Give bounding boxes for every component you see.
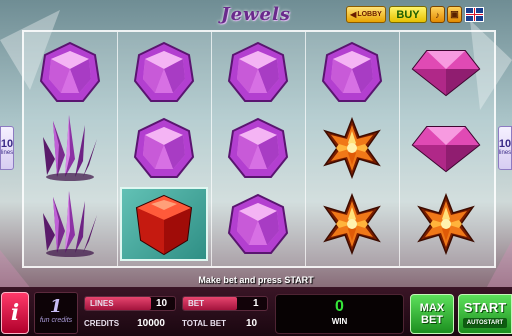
autostart-button[interactable]: AUTOSTART bbox=[463, 318, 507, 328]
reel-separator bbox=[399, 32, 400, 266]
magenta-cut-gem-icon bbox=[411, 126, 481, 173]
bet-label: BET bbox=[183, 297, 237, 310]
purple-crystal-cluster-symbol bbox=[26, 111, 114, 185]
reel-separator bbox=[305, 32, 306, 266]
pink-gem-icon bbox=[227, 193, 289, 254]
lines-label: LINES bbox=[85, 297, 151, 310]
win-display: 0 WIN bbox=[275, 294, 404, 334]
help-icon[interactable]: ▣ bbox=[447, 6, 462, 23]
lines-indicator-left: 10 lines bbox=[0, 126, 14, 170]
uk-flag-icon[interactable] bbox=[465, 7, 484, 22]
speaker-icon[interactable]: ♪ bbox=[430, 6, 445, 23]
orange-star-gem-icon bbox=[323, 117, 381, 179]
total-bet-label: TOTAL BET bbox=[182, 319, 226, 328]
pink-gem-symbol bbox=[120, 111, 208, 185]
pink-gem-symbol bbox=[26, 35, 114, 109]
max-bet-line2: BET bbox=[421, 314, 443, 326]
total-bet-value: 10 bbox=[246, 318, 258, 329]
orange-star-gem-symbol bbox=[308, 187, 396, 261]
orange-star-gem-symbol bbox=[402, 187, 490, 261]
buy-button[interactable]: BUY bbox=[389, 6, 427, 23]
start-button[interactable]: START AUTOSTART bbox=[458, 294, 512, 334]
start-label: START bbox=[463, 300, 507, 315]
orange-star-gem-icon bbox=[323, 193, 381, 255]
win-label: WIN bbox=[331, 317, 348, 326]
pink-gem-symbol bbox=[214, 35, 302, 109]
pink-gem-icon bbox=[321, 41, 383, 102]
win-value: 0 bbox=[335, 298, 344, 315]
max-bet-line1: MAX bbox=[419, 302, 445, 314]
bet-value: 1 bbox=[253, 298, 259, 309]
pink-gem-symbol bbox=[214, 187, 302, 261]
magenta-cut-gem-icon bbox=[411, 50, 481, 97]
back-arrow-icon: ◀ bbox=[350, 10, 357, 19]
purple-crystal-cluster-icon bbox=[43, 115, 97, 181]
lines-indicator-value: 10 bbox=[498, 138, 512, 150]
pink-gem-icon bbox=[133, 117, 195, 178]
fun-credits-value: 1 bbox=[49, 296, 63, 317]
credits-display: CREDITS 10000 bbox=[84, 316, 176, 331]
reel-separator bbox=[211, 32, 212, 266]
pink-gem-symbol bbox=[214, 111, 302, 185]
pink-gem-icon bbox=[227, 41, 289, 102]
lines-indicator-right: 10 lines bbox=[498, 126, 512, 170]
purple-crystal-cluster-symbol bbox=[26, 187, 114, 261]
lobby-label: LOBBY bbox=[357, 11, 382, 18]
reel-area bbox=[22, 30, 496, 268]
fun-credits-box: 1 fun credits bbox=[34, 292, 78, 334]
lines-indicator-label: lines bbox=[498, 150, 512, 156]
fun-credits-label: fun credits bbox=[39, 317, 73, 324]
pink-gem-icon bbox=[39, 41, 101, 102]
magenta-cut-gem-symbol bbox=[402, 35, 490, 109]
credits-value: 10000 bbox=[137, 318, 165, 329]
lines-indicator-label: lines bbox=[0, 150, 14, 156]
magenta-cut-gem-symbol bbox=[402, 111, 490, 185]
status-message: Make bet and press START bbox=[198, 275, 314, 285]
lines-selector[interactable]: LINES 10 bbox=[84, 296, 176, 311]
lobby-button[interactable]: ◀ LOBBY bbox=[346, 6, 386, 23]
max-bet-button[interactable]: MAX BET bbox=[410, 294, 454, 334]
red-cube-gem-icon bbox=[135, 194, 193, 256]
orange-star-gem-symbol bbox=[308, 111, 396, 185]
pink-gem-icon bbox=[227, 117, 289, 178]
pink-gem-icon bbox=[133, 41, 195, 102]
info-button[interactable]: i bbox=[1, 292, 29, 334]
credits-label: CREDITS bbox=[84, 319, 120, 328]
orange-star-gem-icon bbox=[417, 193, 475, 255]
lines-indicator-value: 10 bbox=[0, 138, 14, 150]
pink-gem-symbol bbox=[308, 35, 396, 109]
bet-selector[interactable]: BET 1 bbox=[182, 296, 268, 311]
purple-crystal-cluster-icon bbox=[43, 191, 97, 257]
pink-gem-symbol bbox=[120, 35, 208, 109]
reel-separator bbox=[117, 32, 118, 266]
game-title: Jewels bbox=[221, 4, 291, 25]
lines-value: 10 bbox=[156, 298, 168, 309]
total-bet-display: TOTAL BET 10 bbox=[182, 316, 268, 331]
red-cube-gem-symbol bbox=[120, 187, 208, 261]
